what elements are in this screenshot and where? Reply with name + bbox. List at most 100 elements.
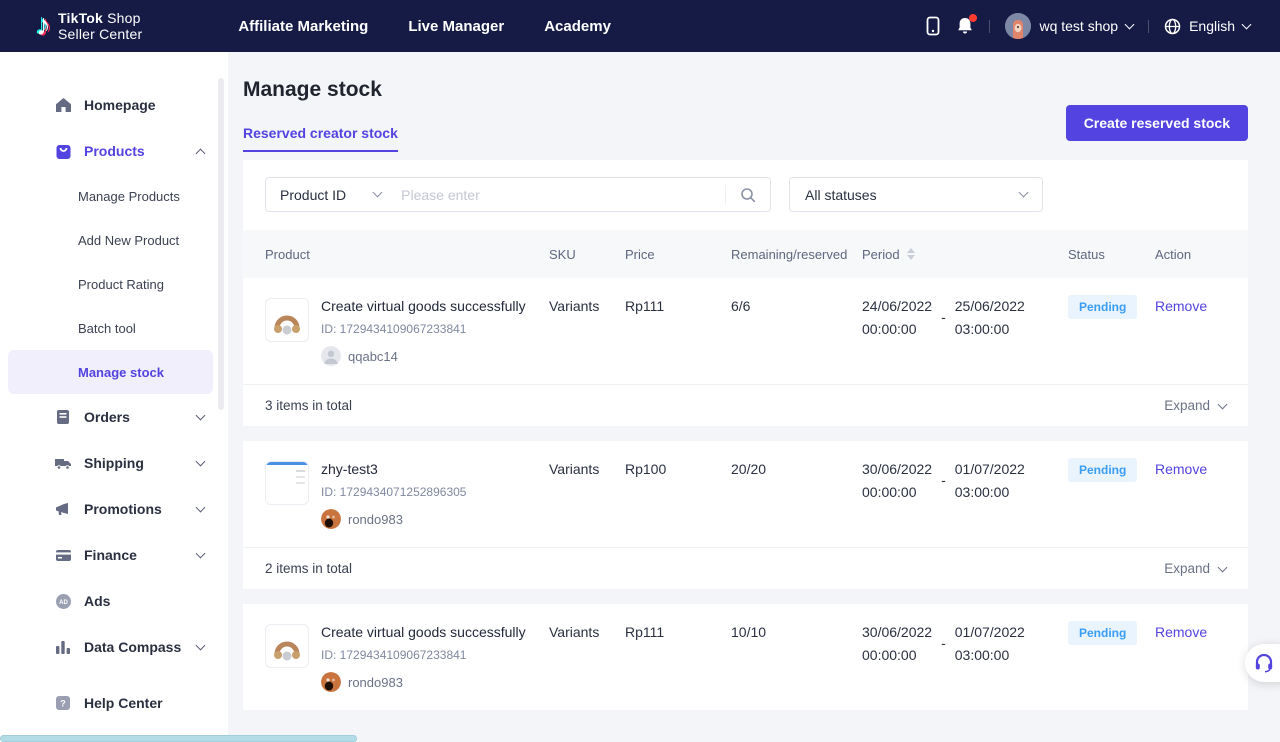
chevron-down-icon bbox=[196, 410, 206, 420]
product-image-screenshot bbox=[265, 461, 309, 505]
top-navbar: ♪ TikTok Shop Seller Center Affiliate Ma… bbox=[0, 0, 1280, 52]
product-info: Create virtual goods successfully ID: 17… bbox=[321, 624, 526, 692]
tab-reserved-creator-stock[interactable]: Reserved creator stock bbox=[243, 125, 398, 152]
shop-avatar bbox=[1005, 13, 1031, 39]
start-date: 30/06/2022 bbox=[862, 624, 932, 640]
table-row: Create virtual goods successfully ID: 17… bbox=[243, 604, 1248, 710]
period-start: 30/06/2022 00:00:00 bbox=[862, 461, 932, 500]
page-layout: Homepage Products Manage Products Add Ne… bbox=[0, 52, 1280, 742]
status-filter-value: All statuses bbox=[805, 187, 877, 203]
search-icon bbox=[740, 187, 756, 203]
logo-shop: Shop bbox=[107, 10, 141, 26]
sidebar-item-orders[interactable]: Orders bbox=[0, 394, 228, 440]
filter-bar: Product ID All statuses bbox=[243, 160, 1248, 230]
sidebar-label: Homepage bbox=[84, 97, 156, 113]
column-header-sku: SKU bbox=[549, 247, 625, 262]
start-time: 00:00:00 bbox=[862, 321, 932, 337]
product-title[interactable]: Create virtual goods successfully bbox=[321, 624, 526, 640]
products-bag-icon bbox=[54, 142, 72, 160]
help-support-fab[interactable] bbox=[1245, 644, 1280, 682]
product-cell: Create virtual goods successfully ID: 17… bbox=[243, 624, 549, 692]
chevron-down-icon bbox=[1218, 400, 1228, 410]
expand-label: Expand bbox=[1164, 398, 1210, 413]
expand-button[interactable]: Expand bbox=[1164, 398, 1226, 413]
tiktok-seller-center-logo[interactable]: ♪ TikTok Shop Seller Center bbox=[36, 10, 142, 42]
sidebar-item-manage-stock[interactable]: Manage stock bbox=[8, 350, 213, 394]
items-total: 2 items in total bbox=[265, 561, 352, 576]
period-separator: - bbox=[941, 635, 946, 663]
remove-button[interactable]: Remove bbox=[1155, 461, 1248, 477]
stock-table-card: zhy-test3 ID: 1729434071252896305 rondo9… bbox=[243, 441, 1248, 589]
sidebar-item-batch-tool[interactable]: Batch tool bbox=[0, 306, 228, 350]
product-title[interactable]: zhy-test3 bbox=[321, 461, 466, 477]
status-filter-dropdown[interactable]: All statuses bbox=[789, 177, 1043, 212]
nav-link-affiliate-marketing[interactable]: Affiliate Marketing bbox=[238, 18, 368, 35]
page-title: Manage stock bbox=[243, 78, 1248, 102]
mobile-app-icon[interactable] bbox=[925, 16, 941, 36]
period-end: 01/07/2022 03:00:00 bbox=[955, 461, 1025, 500]
sidebar-item-homepage[interactable]: Homepage bbox=[0, 82, 228, 128]
navbar-links: Affiliate Marketing Live Manager Academy bbox=[238, 18, 611, 35]
navbar-right: wq test shop English bbox=[925, 13, 1250, 39]
sidebar: Homepage Products Manage Products Add Ne… bbox=[0, 52, 228, 742]
notification-bell-icon[interactable] bbox=[956, 16, 974, 36]
product-id: ID: 1729434109067233841 bbox=[321, 648, 526, 662]
column-header-product: Product bbox=[243, 247, 549, 262]
svg-text:?: ? bbox=[60, 699, 66, 709]
globe-icon bbox=[1164, 18, 1181, 35]
sidebar-label: Orders bbox=[84, 409, 130, 425]
remove-button[interactable]: Remove bbox=[1155, 624, 1248, 640]
sidebar-item-help-center[interactable]: ? Help Center bbox=[0, 680, 228, 726]
orders-document-icon bbox=[54, 408, 72, 426]
navbar-divider bbox=[989, 20, 990, 33]
creator-row: qqabc14 bbox=[321, 346, 526, 366]
language-selector[interactable]: English bbox=[1164, 18, 1250, 35]
search-type-dropdown[interactable]: Product ID bbox=[266, 187, 395, 203]
sort-icon[interactable] bbox=[907, 248, 915, 260]
column-header-remaining: Remaining/reserved bbox=[731, 247, 862, 262]
shop-account-menu[interactable]: wq test shop bbox=[1005, 13, 1133, 39]
search-button[interactable] bbox=[725, 185, 770, 205]
sidebar-item-shipping[interactable]: Shipping bbox=[0, 440, 228, 486]
sidebar-scrollbar[interactable] bbox=[218, 78, 224, 410]
sidebar-item-manage-products[interactable]: Manage Products bbox=[0, 174, 228, 218]
price-cell: Rp100 bbox=[625, 461, 731, 477]
group-gap bbox=[243, 426, 1248, 441]
search-input[interactable] bbox=[395, 187, 725, 203]
start-time: 00:00:00 bbox=[862, 484, 932, 500]
create-reserved-stock-button[interactable]: Create reserved stock bbox=[1066, 105, 1248, 141]
sidebar-item-promotions[interactable]: Promotions bbox=[0, 486, 228, 532]
end-date: 01/07/2022 bbox=[955, 461, 1025, 477]
sidebar-item-ads[interactable]: AD Ads bbox=[0, 578, 228, 624]
nav-link-live-manager[interactable]: Live Manager bbox=[408, 18, 504, 35]
remove-button[interactable]: Remove bbox=[1155, 298, 1248, 314]
end-time: 03:00:00 bbox=[955, 321, 1025, 337]
finance-card-icon bbox=[54, 546, 72, 564]
sidebar-item-add-new-product[interactable]: Add New Product bbox=[0, 218, 228, 262]
remaining-cell: 6/6 bbox=[731, 298, 862, 314]
sidebar-item-data-compass[interactable]: Data Compass bbox=[0, 624, 228, 670]
chevron-down-icon bbox=[196, 548, 206, 558]
logo-brand: TikTok bbox=[58, 10, 103, 26]
sidebar-label: Data Compass bbox=[84, 639, 181, 655]
period-separator: - bbox=[941, 472, 946, 500]
ads-circle-icon: AD bbox=[54, 592, 72, 610]
sidebar-label: Promotions bbox=[84, 501, 162, 517]
period-header-label: Period bbox=[862, 247, 900, 262]
horizontal-scrollbar[interactable] bbox=[0, 735, 357, 742]
nav-link-academy[interactable]: Academy bbox=[544, 18, 611, 35]
main-content: Manage stock Create reserved stock Reser… bbox=[228, 52, 1280, 742]
sidebar-item-product-rating[interactable]: Product Rating bbox=[0, 262, 228, 306]
chevron-down-icon bbox=[196, 640, 206, 650]
creator-avatar bbox=[321, 346, 341, 366]
product-title[interactable]: Create virtual goods successfully bbox=[321, 298, 526, 314]
home-icon bbox=[54, 96, 72, 114]
promotions-megaphone-icon bbox=[54, 500, 72, 518]
sidebar-label: Help Center bbox=[84, 695, 163, 711]
sidebar-item-products[interactable]: Products bbox=[0, 128, 228, 174]
expand-button[interactable]: Expand bbox=[1164, 561, 1226, 576]
period-end: 01/07/2022 03:00:00 bbox=[955, 624, 1025, 663]
shop-name: wq test shop bbox=[1039, 18, 1118, 34]
group-footer: 3 items in total Expand bbox=[243, 384, 1248, 426]
sidebar-item-finance[interactable]: Finance bbox=[0, 532, 228, 578]
